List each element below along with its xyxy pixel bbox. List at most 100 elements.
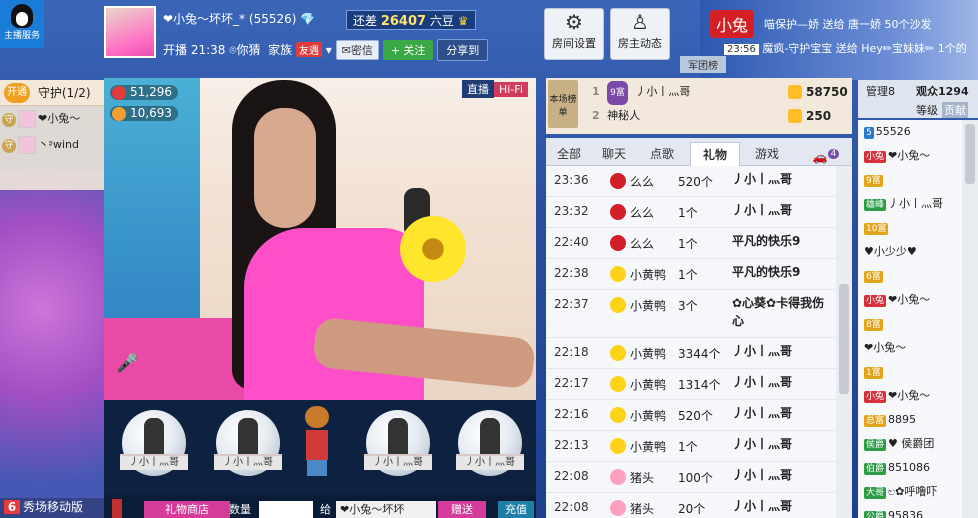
owner-feed-button[interactable]: ♙ 房主动态 <box>610 8 670 60</box>
tab-audience[interactable]: 观众1294 <box>916 83 969 99</box>
give-gift-button[interactable]: 赠送 <box>438 501 486 518</box>
audience-row[interactable]: 1富 <box>858 360 962 384</box>
gift-time: 22:17 <box>554 376 589 390</box>
room-settings-label: 房间设置 <box>552 37 596 50</box>
gift-pig-icon <box>610 469 626 485</box>
seat-globe[interactable]: 丿小丨灬哥 <box>214 410 282 476</box>
ranking-row[interactable]: 1 9富 丿小丨灬哥 58750 <box>592 80 850 105</box>
gift-record-row[interactable]: 22:38 小黄鸭 1个 平凡的快乐9 <box>546 259 836 290</box>
scroll-thumb[interactable] <box>839 284 849 394</box>
popularity-stat: 10,693 <box>110 106 178 121</box>
audience-row[interactable]: 小兔 ❤小兔〜 <box>858 144 962 168</box>
host-service-button[interactable]: 主播服务 <box>0 0 44 48</box>
video-stream[interactable] <box>104 78 536 400</box>
tab-song[interactable]: 点歌 <box>642 142 682 166</box>
seat-globe[interactable]: 丿小丨灬哥 <box>456 410 524 476</box>
car-icon[interactable]: 🚗 4 <box>806 142 846 166</box>
sort-by-level[interactable]: 等级 <box>916 102 938 118</box>
gift-sender[interactable]: 丿小丨灬哥 <box>732 373 832 391</box>
guard-member[interactable]: 守 丶ᶳwind <box>0 132 104 158</box>
gift-sender[interactable]: 平凡的快乐9 <box>732 232 832 250</box>
tab-all[interactable]: 全部 <box>550 142 588 166</box>
seat-globe[interactable]: 丿小丨灬哥 <box>120 410 188 476</box>
audience-row[interactable]: ❤小兔〜 <box>858 336 962 360</box>
guard-open-button[interactable]: 开通 <box>4 83 30 103</box>
recharge-button[interactable]: 充值 <box>498 501 534 518</box>
host-avatar[interactable] <box>104 6 156 58</box>
gift-sender[interactable]: 丿小丨灬哥 <box>732 466 832 484</box>
seat-globe[interactable]: 丿小丨灬哥 <box>364 410 432 476</box>
audience-row[interactable]: 9富 <box>858 168 962 192</box>
gift-sender[interactable]: 丿小丨灬哥 <box>732 342 832 360</box>
gift-sender[interactable]: 丿小丨灬哥 <box>732 404 832 422</box>
coin-icon <box>788 109 802 123</box>
user-level-badge: 公爵 <box>864 511 887 518</box>
ranking-row[interactable]: 2 神秘人 250 <box>592 104 850 128</box>
scroll-thumb[interactable] <box>965 124 975 184</box>
follow-button[interactable]: + 关注 <box>382 40 434 60</box>
gift-record-row[interactable]: 23:32 么么 1个 丿小丨灬哥 <box>546 197 836 228</box>
private-message-button[interactable]: ✉密信 <box>335 40 379 60</box>
user-level-badge: 6富 <box>864 271 883 283</box>
room-settings-button[interactable]: ⚙ 房间设置 <box>544 8 604 60</box>
gift-record-row[interactable]: 22:40 么么 1个 平凡的快乐9 <box>546 228 836 259</box>
gift-record-row[interactable]: 22:17 小黄鸭 1314个 丿小丨灬哥 <box>546 369 836 400</box>
tab-managers[interactable]: 管理8 <box>866 83 895 99</box>
gift-list-scrollbar[interactable] <box>836 166 852 518</box>
audience-row[interactable]: 6富 <box>858 264 962 288</box>
audience-row[interactable]: 雄峰 丿小丨灬哥 <box>858 192 962 216</box>
audience-row[interactable]: 伯爵 851086 <box>858 456 962 480</box>
gift-record-row[interactable]: 22:08 猪头 100个 丿小丨灬哥 <box>546 462 836 493</box>
gift-record-row[interactable]: 22:37 小黄鸭 3个 ✿心葵✿卡得我伤心 <box>546 290 836 338</box>
family-tag[interactable]: 友遇 <box>295 42 322 57</box>
gift-record-row[interactable]: 22:18 小黄鸭 3344个 丿小丨灬哥 <box>546 338 836 369</box>
family-label: 家族 <box>268 43 293 57</box>
army-ranking-button[interactable]: 军团榜 <box>680 56 726 73</box>
gift-sender[interactable]: 丿小丨灬哥 <box>732 497 832 515</box>
sort-by-contribution[interactable]: 贡献 <box>942 102 968 118</box>
share-button[interactable]: 分享到 <box>437 39 489 61</box>
quantity-input[interactable] <box>259 501 313 518</box>
audience-row[interactable]: 大哥 ಲ✿呼噜吓 <box>858 480 962 504</box>
tab-gift[interactable]: 礼物 <box>690 142 740 166</box>
ranking-name: 神秘人 <box>607 109 641 122</box>
tab-chat[interactable]: 聊天 <box>594 142 634 166</box>
gift-record-row[interactable]: 23:36 么么 520个 丿小丨灬哥 <box>546 166 836 197</box>
gift-sender[interactable]: 平凡的快乐9 <box>732 263 832 281</box>
microphone-icon[interactable]: 🎤 <box>116 353 138 387</box>
chevron-down-icon[interactable]: ▾ <box>326 43 332 57</box>
gift-name: 么么 <box>630 237 655 251</box>
audience-row[interactable]: 5 55526 <box>858 120 962 144</box>
audience-row[interactable]: 侯爵 ♥ 侯爵团 <box>858 432 962 456</box>
gift-sender[interactable]: ✿心葵✿卡得我伤心 <box>732 294 832 330</box>
audience-row[interactable]: 公爵 95836 <box>858 504 962 518</box>
gift-target-select[interactable]: ❤小兔〜坏坏 <box>336 501 436 518</box>
audience-row[interactable]: 小兔 ❤小兔〜 <box>858 288 962 312</box>
gift-record-row[interactable]: 22:13 小黄鸭 1个 丿小丨灬哥 <box>546 431 836 462</box>
host-service-label: 主播服务 <box>3 31 40 41</box>
guard-panel: 开通 守护(1/2) 守 ❤小兔〜 守丶ᶳwind <box>0 80 104 190</box>
gift-lip-icon <box>610 235 626 251</box>
gift-record-row[interactable]: 22:08 猪头 20个 丿小丨灬哥 <box>546 493 836 518</box>
audience-row[interactable]: 小兔 ❤小兔〜 <box>858 384 962 408</box>
audience-row[interactable]: 8富 <box>858 312 962 336</box>
gift-count: 3344个 <box>678 347 721 361</box>
ranking-name: 丿小丨灬哥 <box>635 85 691 98</box>
gift-sender[interactable]: 丿小丨灬哥 <box>732 435 832 453</box>
audience-row[interactable]: 总富 8895 <box>858 408 962 432</box>
gift-count: 3个 <box>678 299 698 313</box>
mobile-version-link[interactable]: 6 秀场移动版 <box>0 498 104 518</box>
gift-record-row[interactable]: 22:16 小黄鸭 520个 丿小丨灬哥 <box>546 400 836 431</box>
guard-member[interactable]: 守 ❤小兔〜 <box>0 106 104 132</box>
gift-sender[interactable]: 丿小丨灬哥 <box>732 201 832 219</box>
tab-game[interactable]: 游戏 <box>746 142 788 166</box>
audience-row[interactable]: 10富 <box>858 216 962 240</box>
gift-shop-button[interactable]: 礼物商店 <box>144 501 230 518</box>
hifi-tag[interactable]: Hi-Fi <box>494 82 528 97</box>
gift-sender[interactable]: 丿小丨灬哥 <box>732 170 832 188</box>
gift-lip-icon <box>610 173 626 189</box>
ranking-score: 250 <box>806 109 832 123</box>
gift-name: 猪头 <box>630 502 655 516</box>
audience-row[interactable]: ♥小少少♥ <box>858 240 962 264</box>
audience-scrollbar[interactable] <box>962 120 978 518</box>
